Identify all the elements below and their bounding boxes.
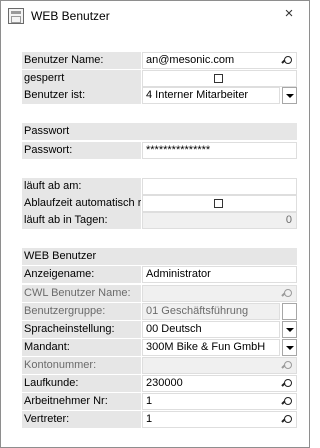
- cwl-benutzer-field: [142, 285, 297, 302]
- row-laeuft-ab-tage: läuft ab in Tagen: 0: [22, 212, 297, 229]
- search-icon[interactable]: [282, 397, 292, 406]
- gesperrt-label: gesperrt: [22, 70, 141, 87]
- row-laufkunde: Laufkunde: 230000: [22, 375, 297, 392]
- mandant-label: Mandant:: [22, 339, 141, 356]
- cwl-benutzer-label: CWL Benutzer Name:: [22, 285, 141, 302]
- row-benutzer-name: Benutzer Name: an@mesonic.com: [22, 52, 297, 69]
- benutzer-ist-dropdown-icon[interactable]: [282, 87, 297, 104]
- gesperrt-checkbox[interactable]: [214, 74, 223, 83]
- benutzergruppe-field: 01 Geschäftsführung: [142, 303, 280, 320]
- search-icon[interactable]: [282, 379, 292, 388]
- close-button[interactable]: ×: [269, 1, 309, 25]
- spracheinstellung-label: Spracheinstellung:: [22, 321, 141, 338]
- row-spracheinstellung: Spracheinstellung: 00 Deutsch: [22, 321, 297, 338]
- mandant-select[interactable]: 300M Bike & Fun GmbH: [142, 339, 280, 356]
- row-benutzer-ist: Benutzer ist: 4 Interner Mitarbeiter: [22, 87, 297, 104]
- search-icon[interactable]: [282, 415, 292, 424]
- passwort-section-header: Passwort: [22, 123, 297, 140]
- vertreter-field[interactable]: 1: [142, 411, 297, 428]
- laufkunde-value: 230000: [146, 377, 183, 389]
- web-benutzer-section-header: WEB Benutzer: [22, 248, 297, 265]
- vertreter-value: 1: [146, 413, 153, 425]
- title-bar: WEB Benutzer ×: [1, 1, 309, 31]
- laeuft-ab-tage-label: läuft ab in Tagen:: [22, 212, 141, 229]
- web-benutzer-dialog: WEB Benutzer × Benutzer Name: an@mesonic…: [0, 0, 310, 448]
- row-vertreter: Vertreter: 1: [22, 411, 297, 428]
- row-laeuft-ab-am: läuft ab am:: [22, 178, 297, 195]
- kontonummer-label: Kontonummer:: [22, 357, 141, 374]
- search-icon: [282, 361, 292, 370]
- benutzer-name-label: Benutzer Name:: [22, 52, 141, 69]
- search-icon: [282, 289, 292, 298]
- benutzer-ist-select[interactable]: 4 Interner Mitarbeiter: [142, 87, 280, 104]
- row-arbeitnehmer: Arbeitnehmer Nr: 1: [22, 393, 297, 410]
- spracheinstellung-dropdown-icon[interactable]: [282, 321, 297, 338]
- benutzer-ist-label: Benutzer ist:: [22, 87, 141, 104]
- benutzergruppe-label: Benutzergruppe:: [22, 303, 141, 320]
- row-gesperrt: gesperrt: [22, 70, 297, 87]
- laeuft-ab-am-label: läuft ab am:: [22, 178, 141, 195]
- anzeigename-label: Anzeigename:: [22, 266, 141, 283]
- passwort-label: Passwort:: [22, 142, 141, 159]
- benutzer-name-value: an@mesonic.com: [146, 54, 235, 66]
- row-passwort: Passwort: ***************: [22, 142, 297, 159]
- gesperrt-field: [142, 70, 297, 87]
- laeuft-ab-tage-field: 0: [142, 212, 297, 229]
- vertreter-label: Vertreter:: [22, 411, 141, 428]
- arbeitnehmer-label: Arbeitnehmer Nr:: [22, 393, 141, 410]
- passwort-field[interactable]: ***************: [142, 142, 297, 159]
- arbeitnehmer-field[interactable]: 1: [142, 393, 297, 410]
- laeuft-ab-am-field[interactable]: [142, 178, 297, 195]
- laufkunde-label: Laufkunde:: [22, 375, 141, 392]
- window-title: WEB Benutzer: [31, 9, 110, 23]
- ablaufzeit-label: Ablaufzeit automatisch r: [22, 195, 141, 212]
- ablaufzeit-checkbox[interactable]: [214, 199, 223, 208]
- arbeitnehmer-value: 1: [146, 395, 153, 407]
- kontonummer-field: [142, 357, 297, 374]
- anzeigename-field[interactable]: Administrator: [142, 266, 297, 283]
- laufkunde-field[interactable]: 230000: [142, 375, 297, 392]
- benutzergruppe-button[interactable]: [282, 303, 297, 320]
- row-benutzergruppe: Benutzergruppe: 01 Geschäftsführung: [22, 303, 297, 320]
- spracheinstellung-select[interactable]: 00 Deutsch: [142, 321, 280, 338]
- window-app-icon: [8, 8, 24, 24]
- row-ablaufzeit: Ablaufzeit automatisch r: [22, 195, 297, 212]
- row-mandant: Mandant: 300M Bike & Fun GmbH: [22, 339, 297, 356]
- row-cwl-benutzer: CWL Benutzer Name:: [22, 285, 297, 302]
- benutzer-name-field[interactable]: an@mesonic.com: [142, 52, 297, 69]
- row-kontonummer: Kontonummer:: [22, 357, 297, 374]
- mandant-dropdown-icon[interactable]: [282, 339, 297, 356]
- ablaufzeit-field: [142, 195, 297, 212]
- search-icon[interactable]: [282, 56, 292, 65]
- row-anzeigename: Anzeigename: Administrator: [22, 266, 297, 283]
